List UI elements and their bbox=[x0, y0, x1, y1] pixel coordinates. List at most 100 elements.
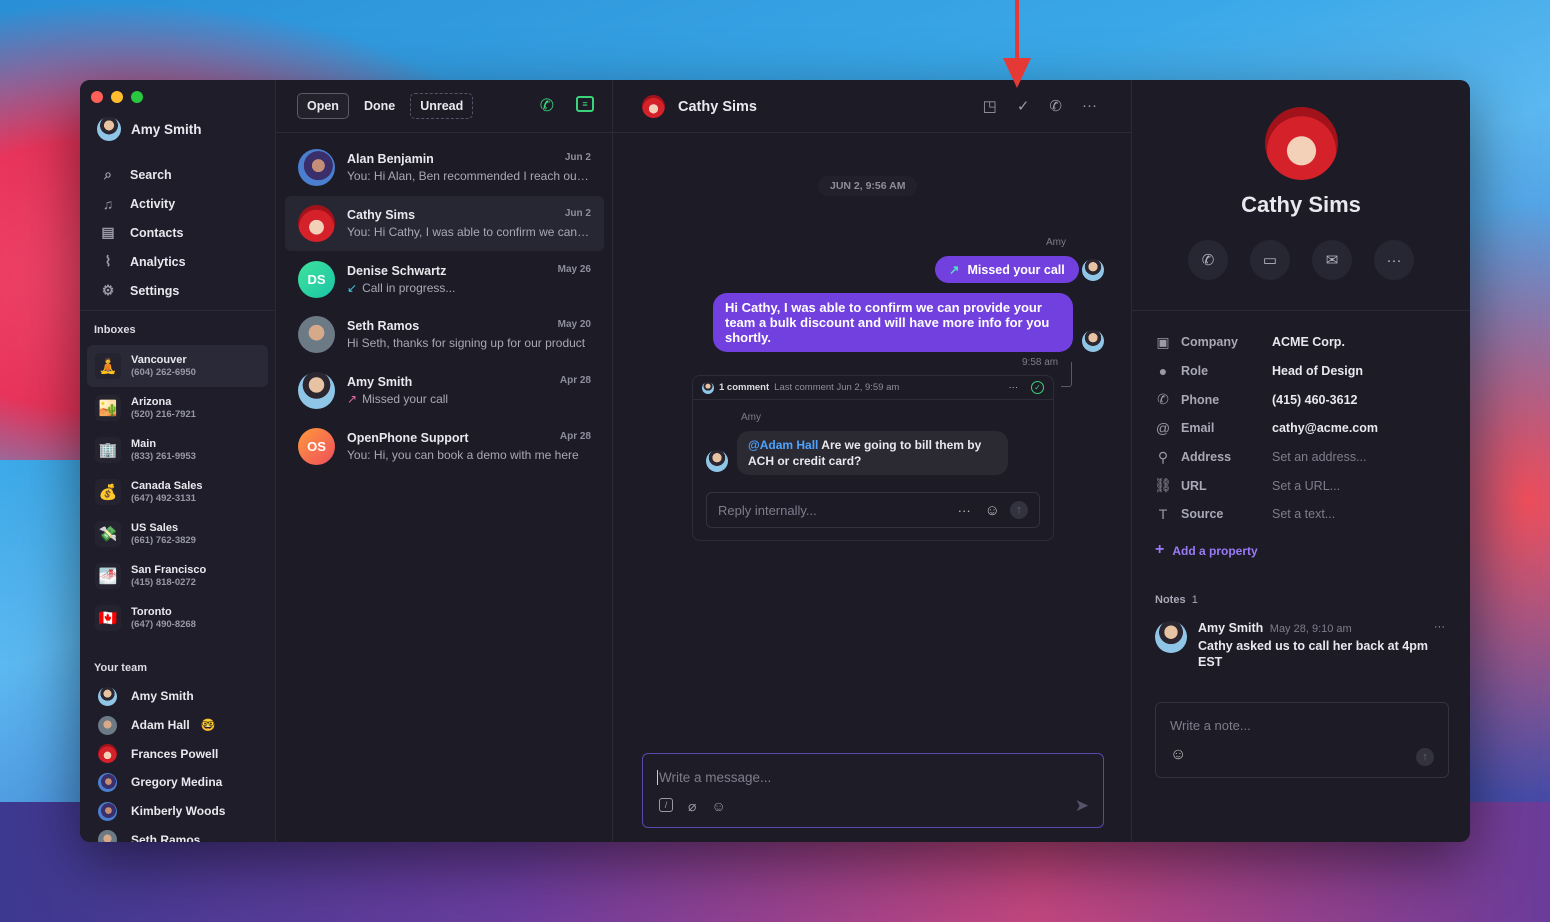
more-icon[interactable]: ··· bbox=[1434, 621, 1445, 633]
divider bbox=[613, 132, 1131, 133]
snippet-icon[interactable]: / bbox=[659, 798, 673, 812]
conversation-item[interactable]: OS OpenPhone Support Apr 28 You: Hi, you ca… bbox=[285, 418, 604, 474]
notes-count: 1 bbox=[1191, 594, 1198, 606]
send-icon[interactable]: ↑ bbox=[1416, 748, 1434, 766]
conversation-item[interactable]: Alan Benjamin Jun 2 You: Hi Alan, Ben reco… bbox=[285, 140, 604, 196]
message-composer[interactable]: Write a message... / ⌀ ☺ ➤ bbox=[642, 753, 1104, 828]
inbox-item[interactable]: 💸 US Sales (661) 762-3829 bbox=[87, 513, 268, 555]
conversation-item[interactable]: Cathy Sims Jun 2 You: Hi Cathy, I was able… bbox=[285, 195, 604, 252]
property-value[interactable]: ACME Corp. bbox=[1272, 335, 1345, 349]
property-value[interactable]: Set a text... bbox=[1272, 507, 1335, 521]
inbox-phone: (647) 490-8268 bbox=[131, 619, 196, 630]
contact-name: Amy Smith bbox=[347, 375, 413, 390]
comment-bubble: @Adam Hall Are we going to bill them by … bbox=[737, 431, 1008, 475]
emoji-icon[interactable]: ☺ bbox=[711, 798, 725, 815]
nav-item-analytics[interactable]: ⌇ Analytics bbox=[100, 247, 270, 276]
call-button[interactable]: ✆ bbox=[1188, 240, 1228, 280]
property-url[interactable]: ⛓ URL Set a URL... bbox=[1154, 471, 1455, 500]
conversation-item[interactable]: DS Denise Schwartz May 26 ↙ Call in progress… bbox=[285, 251, 604, 307]
mention[interactable]: @Adam Hall bbox=[748, 438, 818, 452]
more-icon[interactable]: ··· bbox=[1009, 382, 1019, 393]
tab-done[interactable]: Done bbox=[355, 93, 404, 119]
missed-call-text: Missed your call bbox=[967, 262, 1065, 277]
conversation-preview: You: Hi Cathy, I was able to confirm we … bbox=[347, 225, 591, 240]
conversation-preview: Call in progress... bbox=[362, 280, 456, 295]
property-value[interactable]: Head of Design bbox=[1272, 364, 1363, 378]
call-icon[interactable]: ✆ bbox=[540, 96, 554, 116]
contact-name[interactable]: Cathy Sims bbox=[678, 99, 757, 115]
property-company[interactable]: ▣ Company ACME Corp. bbox=[1155, 328, 1455, 357]
filter-tabs: Open Done Unread bbox=[297, 93, 474, 119]
property-source[interactable]: T Source Set a text... bbox=[1155, 500, 1455, 529]
comment-count: 1 comment bbox=[719, 382, 770, 393]
inboxes-heading: Inboxes bbox=[94, 324, 136, 336]
at-icon: @ bbox=[1155, 420, 1171, 437]
team-member[interactable]: Gregory Medina bbox=[98, 768, 273, 797]
nav-item-search[interactable]: ⌕ Search bbox=[100, 160, 270, 189]
zoom-button[interactable] bbox=[131, 91, 143, 103]
team-member[interactable]: Frances Powell bbox=[98, 739, 273, 768]
call-icon[interactable]: ✆ bbox=[1049, 97, 1062, 115]
conversation-item[interactable]: Seth Ramos May 20 Hi Seth, thanks for sign… bbox=[285, 307, 604, 363]
inbox-item[interactable]: 🧘 Vancouver (604) 262-6950 bbox=[87, 345, 268, 387]
send-icon[interactable]: ➤ bbox=[1075, 796, 1089, 816]
inbox-item[interactable]: 🏢 Main (833) 261-9953 bbox=[87, 429, 268, 471]
team-member[interactable]: Kimberly Woods bbox=[98, 797, 273, 826]
member-name: Adam Hall bbox=[131, 718, 190, 733]
message-time: 9:58 am bbox=[1022, 357, 1059, 368]
new-message-icon[interactable]: ≡ bbox=[576, 96, 594, 112]
inbox-item[interactable]: 💰 Canada Sales (647) 492-3131 bbox=[87, 471, 268, 513]
nav-item-settings[interactable]: ⚙ Settings bbox=[100, 276, 270, 305]
property-value[interactable]: Set an address... bbox=[1272, 450, 1367, 464]
reply-input[interactable]: Reply internally... ··· ☺ ↑ bbox=[706, 492, 1040, 528]
add-property-button[interactable]: + Add a property bbox=[1155, 542, 1258, 559]
property-email[interactable]: @ Email cathy@acme.com bbox=[1155, 414, 1455, 443]
attachment-icon[interactable]: ⌀ bbox=[688, 798, 696, 815]
close-button[interactable] bbox=[91, 91, 103, 103]
minimize-button[interactable] bbox=[111, 91, 123, 103]
send-icon[interactable]: ↑ bbox=[1010, 501, 1028, 519]
team-member[interactable]: Seth Ramos bbox=[98, 825, 273, 842]
analytics-icon: ⌇ bbox=[104, 253, 112, 269]
team-member[interactable]: Amy Smith bbox=[98, 682, 273, 711]
tab-open[interactable]: Open bbox=[297, 93, 349, 119]
person-icon: ● bbox=[1158, 363, 1168, 380]
message-button[interactable]: ▭ bbox=[1250, 240, 1290, 280]
more-icon[interactable]: ··· bbox=[1082, 97, 1097, 115]
property-phone[interactable]: ✆ Phone (415) 460-3612 bbox=[1155, 385, 1455, 414]
team-member[interactable]: Adam Hall 🤓 bbox=[98, 711, 273, 740]
property-role[interactable]: ● Role Head of Design bbox=[1155, 357, 1455, 386]
user-profile[interactable]: Amy Smith bbox=[97, 117, 202, 141]
more-icon[interactable]: ··· bbox=[958, 503, 971, 518]
search-icon: ⌕ bbox=[104, 166, 112, 182]
avatar bbox=[1155, 621, 1187, 653]
check-icon[interactable]: ✓ bbox=[1017, 97, 1030, 115]
missed-call-bubble: ↗ Missed your call bbox=[935, 256, 1079, 283]
inbox-item[interactable]: 🏜️ Arizona (520) 216-7921 bbox=[87, 387, 268, 429]
call-direction-icon: ↗ bbox=[347, 392, 358, 407]
nav-item-activity[interactable]: ♫ Activity bbox=[100, 189, 270, 218]
conversation-date: May 20 bbox=[557, 319, 591, 331]
tab-unread[interactable]: Unread bbox=[410, 93, 474, 119]
property-address[interactable]: ⚲ Address Set an address... bbox=[1155, 443, 1455, 472]
emoji-icon[interactable]: ☺ bbox=[1170, 746, 1186, 764]
property-key: Role bbox=[1181, 364, 1209, 379]
note-text: Cathy asked us to call her back at 4pm E… bbox=[1198, 639, 1428, 669]
member-name: Kimberly Woods bbox=[131, 804, 226, 819]
snooze-icon[interactable]: ◳ bbox=[983, 97, 997, 115]
email-button[interactable]: ✉ bbox=[1312, 240, 1352, 280]
property-value[interactable]: (415) 460-3612 bbox=[1272, 393, 1357, 407]
inbox-item[interactable]: 🌁 San Francisco (415) 818-0272 bbox=[87, 555, 268, 597]
property-value[interactable]: cathy@acme.com bbox=[1272, 421, 1378, 435]
property-value[interactable]: Set a URL... bbox=[1272, 479, 1340, 493]
emoji-icon[interactable]: ☺ bbox=[985, 502, 1000, 519]
inbox-item[interactable]: 🇨🇦 Toronto (647) 490-8268 bbox=[87, 597, 268, 639]
nav-item-contacts[interactable]: ▤ Contacts bbox=[100, 218, 270, 247]
note-input[interactable]: Write a note... ☺ ↑ bbox=[1155, 702, 1449, 778]
member-name: Amy Smith bbox=[131, 689, 194, 704]
more-button[interactable]: ··· bbox=[1374, 240, 1414, 280]
resolve-check-icon[interactable]: ✓ bbox=[1031, 381, 1044, 394]
nav-label: Search bbox=[130, 167, 172, 182]
conversation-item[interactable]: Amy Smith Apr 28 ↗ Missed your call bbox=[285, 363, 604, 419]
composer-placeholder: Write a message... bbox=[657, 770, 772, 785]
